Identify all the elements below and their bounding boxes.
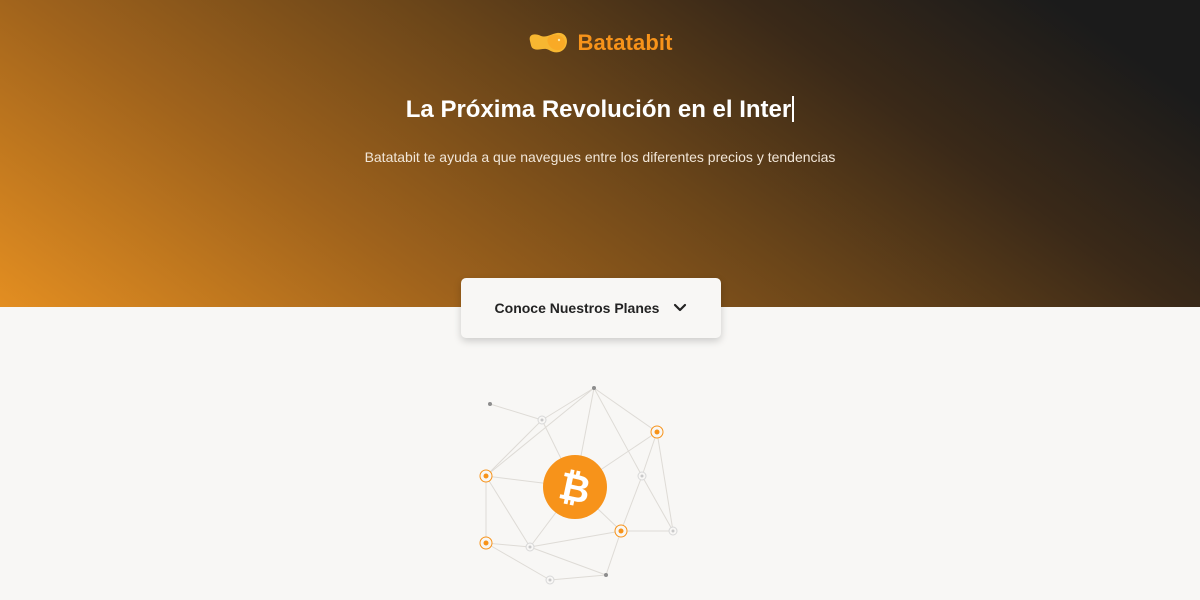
hero-subtitle: Batatabit te ayuda a que navegues entre … [364,149,836,165]
brand-name: Batatabit [577,30,673,55]
potato-logo-icon [530,32,568,53]
page-title: La Próxima Revolución en el Inter [0,96,1200,124]
plans-button-label: Conoce Nuestros Planes [494,300,660,316]
hero-section: Batatabit La Próxima Revolución en el In… [0,0,1200,307]
chevron-down-icon [674,303,687,312]
headline-text: La Próxima Revolución en el Inter [405,96,792,123]
plans-button[interactable]: Conoce Nuestros Planes [461,278,721,338]
blockchain-network-illustration: ₿ [479,386,678,585]
brand-logo[interactable]: Batatabit [0,30,1200,56]
bitcoin-icon: ₿ [543,455,607,519]
typing-caret [792,96,795,122]
